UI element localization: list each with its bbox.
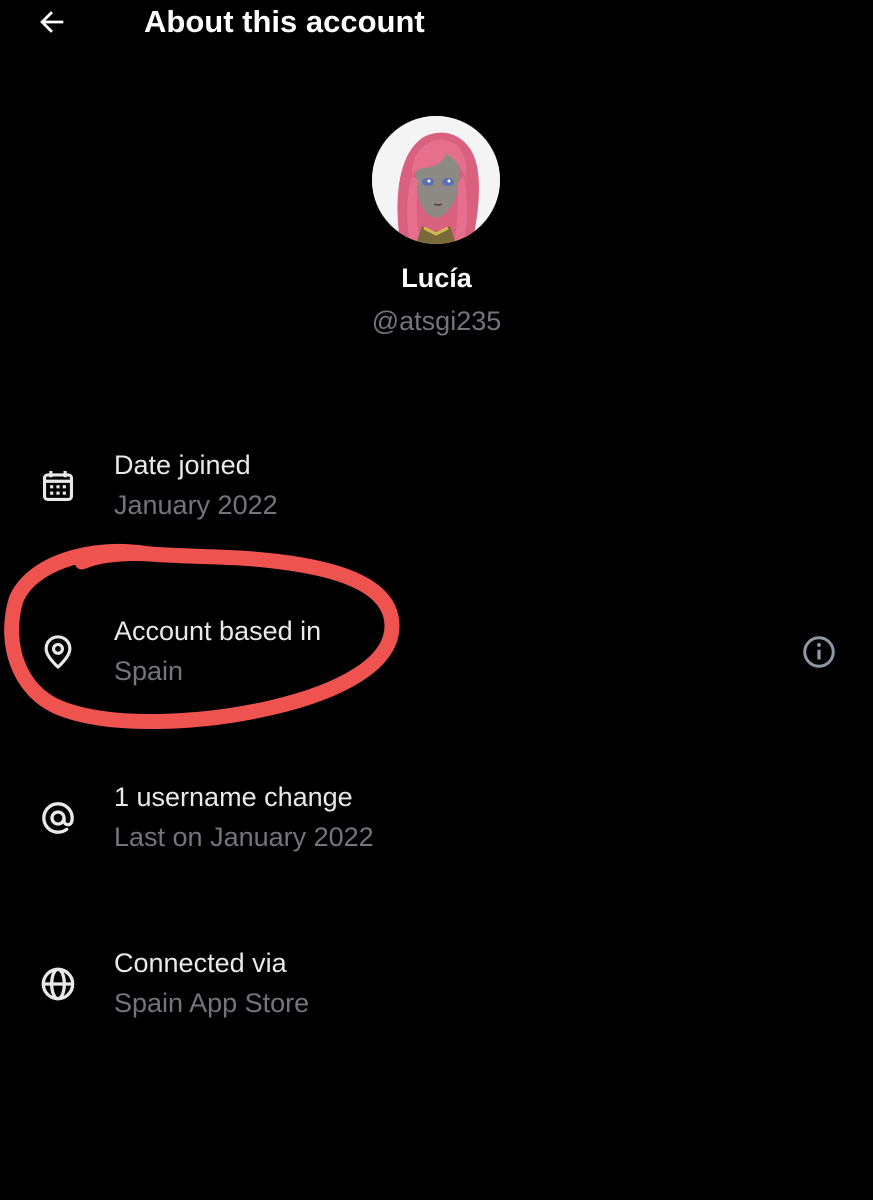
connected-via-label: Connected via <box>114 948 287 978</box>
username-change-label: 1 username change <box>114 782 353 812</box>
info-icon <box>803 636 835 668</box>
username-change-value: Last on January 2022 <box>114 822 374 852</box>
back-button[interactable] <box>32 2 72 42</box>
username-handle: @atsgi235 <box>371 306 502 336</box>
at-sign-icon <box>36 796 80 840</box>
globe-icon <box>36 962 80 1006</box>
date-joined-value: January 2022 <box>114 490 278 520</box>
display-name: Lucía <box>401 263 472 293</box>
info-row-connected-via: Connected via Spain App Store <box>0 946 873 1036</box>
info-row-date-joined: Date joined January 2022 <box>0 448 873 538</box>
info-button[interactable] <box>799 632 839 672</box>
account-based-in-label: Account based in <box>114 616 322 646</box>
avatar[interactable] <box>372 116 500 244</box>
date-joined-label: Date joined <box>114 450 251 480</box>
info-row-username-change: 1 username change Last on January 2022 <box>0 780 873 870</box>
calendar-icon <box>36 464 80 508</box>
connected-via-value: Spain App Store <box>114 988 310 1018</box>
location-pin-icon <box>36 630 80 674</box>
top-bar: About this account <box>0 0 873 48</box>
account-based-in-value: Spain <box>114 656 184 686</box>
page-title: About this account <box>144 4 425 39</box>
avatar-image <box>372 116 500 244</box>
info-row-account-based-in: Account based in Spain <box>0 614 873 704</box>
arrow-left-icon <box>40 11 64 33</box>
